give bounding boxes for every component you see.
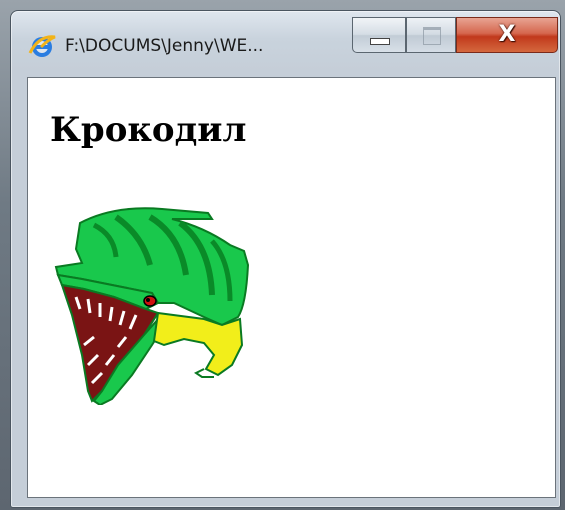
close-icon: X bbox=[498, 22, 516, 47]
page-heading: Крокодил bbox=[50, 110, 247, 150]
maximize-button[interactable] bbox=[406, 17, 456, 53]
internet-explorer-icon bbox=[27, 31, 57, 61]
close-button[interactable]: X bbox=[456, 17, 558, 53]
page-viewport: Крокодил bbox=[27, 77, 556, 498]
minimize-icon bbox=[370, 38, 390, 45]
window-title: F:\DOCUMS\Jenny\WE... bbox=[65, 36, 264, 56]
maximize-icon bbox=[423, 27, 441, 45]
title-bar[interactable]: F:\DOCUMS\Jenny\WE... X bbox=[11, 11, 560, 71]
crocodile-image bbox=[54, 207, 249, 405]
minimize-button[interactable] bbox=[352, 17, 406, 53]
browser-window: F:\DOCUMS\Jenny\WE... X Крокодил bbox=[10, 10, 561, 508]
